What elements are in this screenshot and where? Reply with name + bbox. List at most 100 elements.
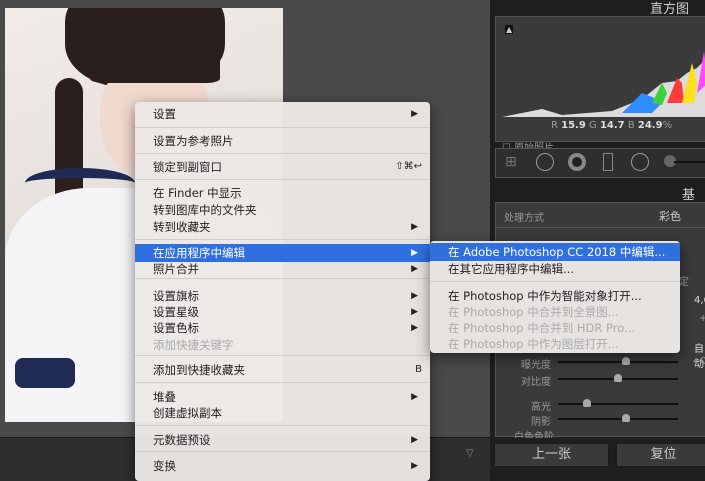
rgb-readout: R 15.9 G 14.7 B 24.9% (551, 120, 672, 131)
histogram-title: 直方图 (650, 2, 690, 17)
menu-item-label: 设置 (153, 107, 176, 121)
menu-item-label: 创建虚拟副本 (153, 406, 222, 420)
menu-item[interactable]: 变换 ▶ (135, 458, 430, 474)
context-menu: 设置 ▶ 设置为参考照片 锁定到副窗口 ⇧⌘↩ 在 Finder 中显示转到图库中的文件夹… (135, 102, 430, 481)
tint-plus: + (699, 313, 705, 324)
clipping-indicator-icon[interactable]: ▲ (505, 25, 514, 34)
menu-item-label: 在应用程序中编辑 (153, 246, 245, 260)
menu-separator (135, 239, 430, 240)
menu-item[interactable]: 添加到快捷收藏夹 B (135, 362, 430, 378)
submenu-item[interactable]: 在 Photoshop 中合并到 HDR Pro... (430, 320, 680, 336)
treatment-label: 处理方式 (504, 213, 544, 224)
menu-item[interactable]: 设置星级 ▶ (135, 304, 430, 320)
submenu-arrow-icon: ▶ (411, 248, 418, 258)
menu-item-label: 设置色标 (153, 321, 199, 335)
exposure-slider[interactable] (558, 357, 678, 365)
exposure-value: +0 (692, 356, 705, 367)
submenu-item[interactable]: 在 Photoshop 中合并到全景图... (430, 304, 680, 320)
shadows-label: 阴影 (531, 417, 551, 428)
submenu-arrow-icon: ▶ (411, 307, 418, 317)
submenu-arrow-icon: ▶ (411, 461, 418, 471)
menu-item-label: 设置星级 (153, 305, 199, 319)
crop-grid-icon[interactable]: ⊞ (505, 154, 517, 170)
slider-thumb[interactable] (622, 414, 630, 422)
slider-thumb[interactable] (614, 374, 622, 382)
tool-strip: ⊞ (495, 148, 705, 178)
chevron-down-icon[interactable]: ▽ (466, 448, 474, 459)
menu-item[interactable]: 设置旗标 ▶ (135, 288, 430, 304)
contrast-slider[interactable] (558, 374, 678, 382)
temp-value: 4,6 (694, 295, 705, 306)
submenu-arrow-icon: ▶ (411, 392, 418, 402)
menu-item[interactable]: 在 Finder 中显示 (135, 185, 430, 201)
previous-button[interactable]: 上一张 (494, 443, 609, 467)
menu-item[interactable]: 添加快捷关键字 (135, 337, 430, 353)
shadows-slider[interactable] (558, 414, 678, 422)
menu-item[interactable]: 锁定到副窗口 ⇧⌘↩ (135, 159, 430, 175)
submenu-item-label: 在 Adobe Photoshop CC 2018 中编辑... (448, 245, 666, 259)
menu-separator (135, 382, 430, 383)
submenu-item[interactable]: 在 Adobe Photoshop CC 2018 中编辑... (430, 243, 680, 261)
menu-item-label: 设置旗标 (153, 289, 199, 303)
menu-item[interactable]: 创建虚拟副本 (135, 405, 430, 421)
g-label: G (589, 120, 597, 131)
menu-item-label: 转到图库中的文件夹 (153, 203, 257, 217)
slider-thumb[interactable] (622, 357, 630, 365)
histogram-panel: ▲ R 15.9 G 14.7 B 24.9% ☐ 原始照片 (495, 16, 705, 154)
contrast-label: 对比度 (521, 377, 551, 388)
menu-item[interactable]: 设置为参考照片 (135, 133, 430, 149)
menu-item[interactable]: 元数据预设 ▶ (135, 432, 430, 448)
shortcut-label: ⇧⌘↩ (395, 161, 422, 172)
red-eye-icon[interactable] (568, 153, 586, 171)
submenu-arrow-icon: ▶ (411, 222, 418, 232)
submenu-arrow-icon: ▶ (411, 109, 418, 119)
menu-separator (135, 153, 430, 154)
menu-item[interactable]: 转到收藏夹 ▶ (135, 219, 430, 235)
submenu-item[interactable]: 在其它应用程序中编辑... (430, 261, 680, 277)
menu-item[interactable]: 照片合并 ▶ (135, 261, 430, 277)
highlights-label: 高光 (531, 402, 551, 413)
g-value: 14.7 (599, 120, 625, 131)
menu-item[interactable]: 设置 ▶ (135, 106, 430, 122)
menu-item-label: 照片合并 (153, 262, 199, 276)
treatment-color[interactable]: 彩色 (659, 208, 681, 224)
shortcut-label: B (415, 364, 422, 375)
radial-filter-icon[interactable] (631, 153, 649, 171)
highlights-slider[interactable] (558, 399, 678, 407)
menu-item-label: 变换 (153, 459, 176, 473)
submenu-arrow-icon: ▶ (411, 264, 418, 274)
menu-separator (135, 451, 430, 452)
menu-separator (430, 281, 680, 282)
brush-slider[interactable] (674, 161, 705, 163)
submenu-arrow-icon: ▶ (411, 291, 418, 301)
menu-separator (135, 127, 430, 128)
submenu-item-label: 在 Photoshop 中作为图层打开... (448, 337, 619, 351)
menu-item[interactable]: 在应用程序中编辑 ▶ (135, 244, 430, 262)
slider-thumb[interactable] (583, 399, 591, 407)
submenu-item[interactable]: 在 Photoshop 中作为图层打开... (430, 336, 680, 352)
menu-item-label: 元数据预设 (153, 433, 211, 447)
menu-item[interactable]: 堆叠 ▶ (135, 389, 430, 405)
menu-item-label: 转到收藏夹 (153, 220, 211, 234)
percent-unit: % (662, 120, 673, 131)
submenu-arrow-icon: ▶ (411, 323, 418, 333)
menu-item-label: 堆叠 (153, 390, 176, 404)
submenu-item-label: 在 Photoshop 中合并到全景图... (448, 305, 619, 319)
b-value: 24.9 (637, 120, 663, 131)
whites-label: 白色色阶 (514, 432, 554, 438)
menu-item-label: 锁定到副窗口 (153, 160, 222, 174)
menu-item-label: 添加到快捷收藏夹 (153, 363, 245, 377)
reset-button[interactable]: 复位 (616, 443, 705, 467)
submenu-item-label: 在其它应用程序中编辑... (448, 262, 574, 276)
r-label: R (551, 120, 558, 131)
menu-item[interactable]: 设置色标 ▶ (135, 320, 430, 336)
menu-item[interactable]: 转到图库中的文件夹 (135, 202, 430, 218)
exposure-label: 曝光度 (521, 360, 551, 371)
spot-removal-icon[interactable] (536, 153, 554, 171)
menu-item-label: 在 Finder 中显示 (153, 186, 242, 200)
submenu-item[interactable]: 在 Photoshop 中作为智能对象打开... (430, 288, 680, 304)
menu-item-label: 设置为参考照片 (153, 134, 234, 148)
graduated-filter-icon[interactable] (603, 153, 613, 171)
menu-separator (135, 278, 430, 279)
menu-item-label: 添加快捷关键字 (153, 338, 234, 352)
